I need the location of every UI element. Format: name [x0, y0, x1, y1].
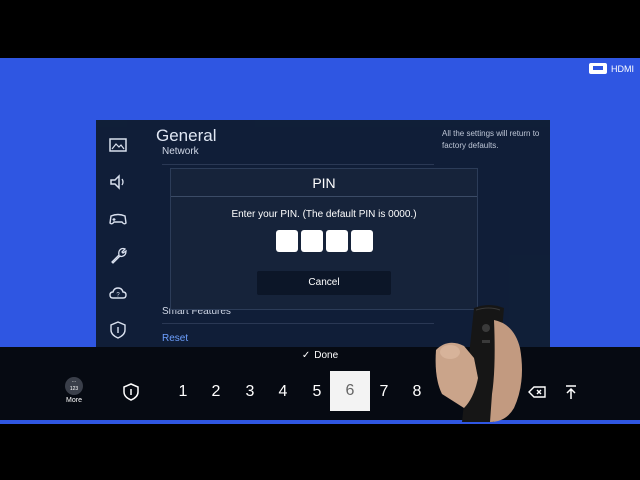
done-button[interactable]: ✓ Done [0, 350, 640, 361]
input-source-label: HDMI [611, 63, 634, 74]
key-2[interactable]: 2 [200, 373, 232, 411]
picture-icon[interactable] [108, 135, 128, 155]
key-5[interactable]: 5 [301, 373, 333, 411]
sound-icon[interactable] [108, 172, 128, 192]
key-7[interactable]: 7 [368, 373, 400, 411]
menu-item-reset[interactable]: Reset [162, 333, 434, 344]
support-cloud-icon[interactable]: ? [108, 283, 128, 303]
pin-input[interactable] [171, 230, 477, 252]
cancel-button[interactable]: Cancel [257, 271, 391, 295]
remote-control-in-hand [435, 305, 522, 422]
page-title: General [156, 126, 217, 145]
divider [162, 164, 434, 165]
checkmark-icon: ✓ [301, 350, 311, 361]
key-4[interactable]: 4 [267, 373, 299, 411]
help-text: All the settings will return to factory … [442, 129, 540, 150]
menu-item-network[interactable]: Network [162, 146, 434, 157]
key-8[interactable]: 8 [401, 373, 433, 411]
key-6[interactable]: 6 [330, 371, 370, 411]
numeric-mode-badge: 123 [69, 386, 79, 392]
input-source-indicator: HDMI [589, 63, 634, 74]
wrench-icon[interactable] [108, 246, 128, 266]
more-button[interactable]: ··· 123 More [62, 377, 86, 404]
pin-dialog-title: PIN [171, 169, 477, 197]
pin-digit-box[interactable] [350, 230, 373, 252]
divider [162, 323, 434, 324]
privacy-shield-icon[interactable] [120, 381, 142, 403]
hdmi-icon [589, 63, 607, 74]
game-controller-icon[interactable] [108, 209, 128, 229]
pin-digit-box[interactable] [325, 230, 348, 252]
numeric-mode-icon: ··· 123 [65, 377, 83, 395]
onscreen-keypad: ✓ Done ··· 123 More 1 2 3 4 5 6 7 8 [0, 347, 640, 420]
privacy-shield-icon[interactable] [108, 320, 128, 340]
pin-digit-box[interactable] [275, 230, 298, 252]
move-top-icon[interactable] [560, 381, 582, 403]
pin-prompt: Enter your PIN. (The default PIN is 0000… [231, 209, 417, 220]
more-label: More [66, 397, 82, 404]
pin-digit-box[interactable] [300, 230, 323, 252]
done-label: Done [314, 350, 339, 361]
key-3[interactable]: 3 [234, 373, 266, 411]
key-1[interactable]: 1 [167, 373, 199, 411]
pin-dialog: PIN Enter your PIN. (The default PIN is … [170, 168, 478, 310]
